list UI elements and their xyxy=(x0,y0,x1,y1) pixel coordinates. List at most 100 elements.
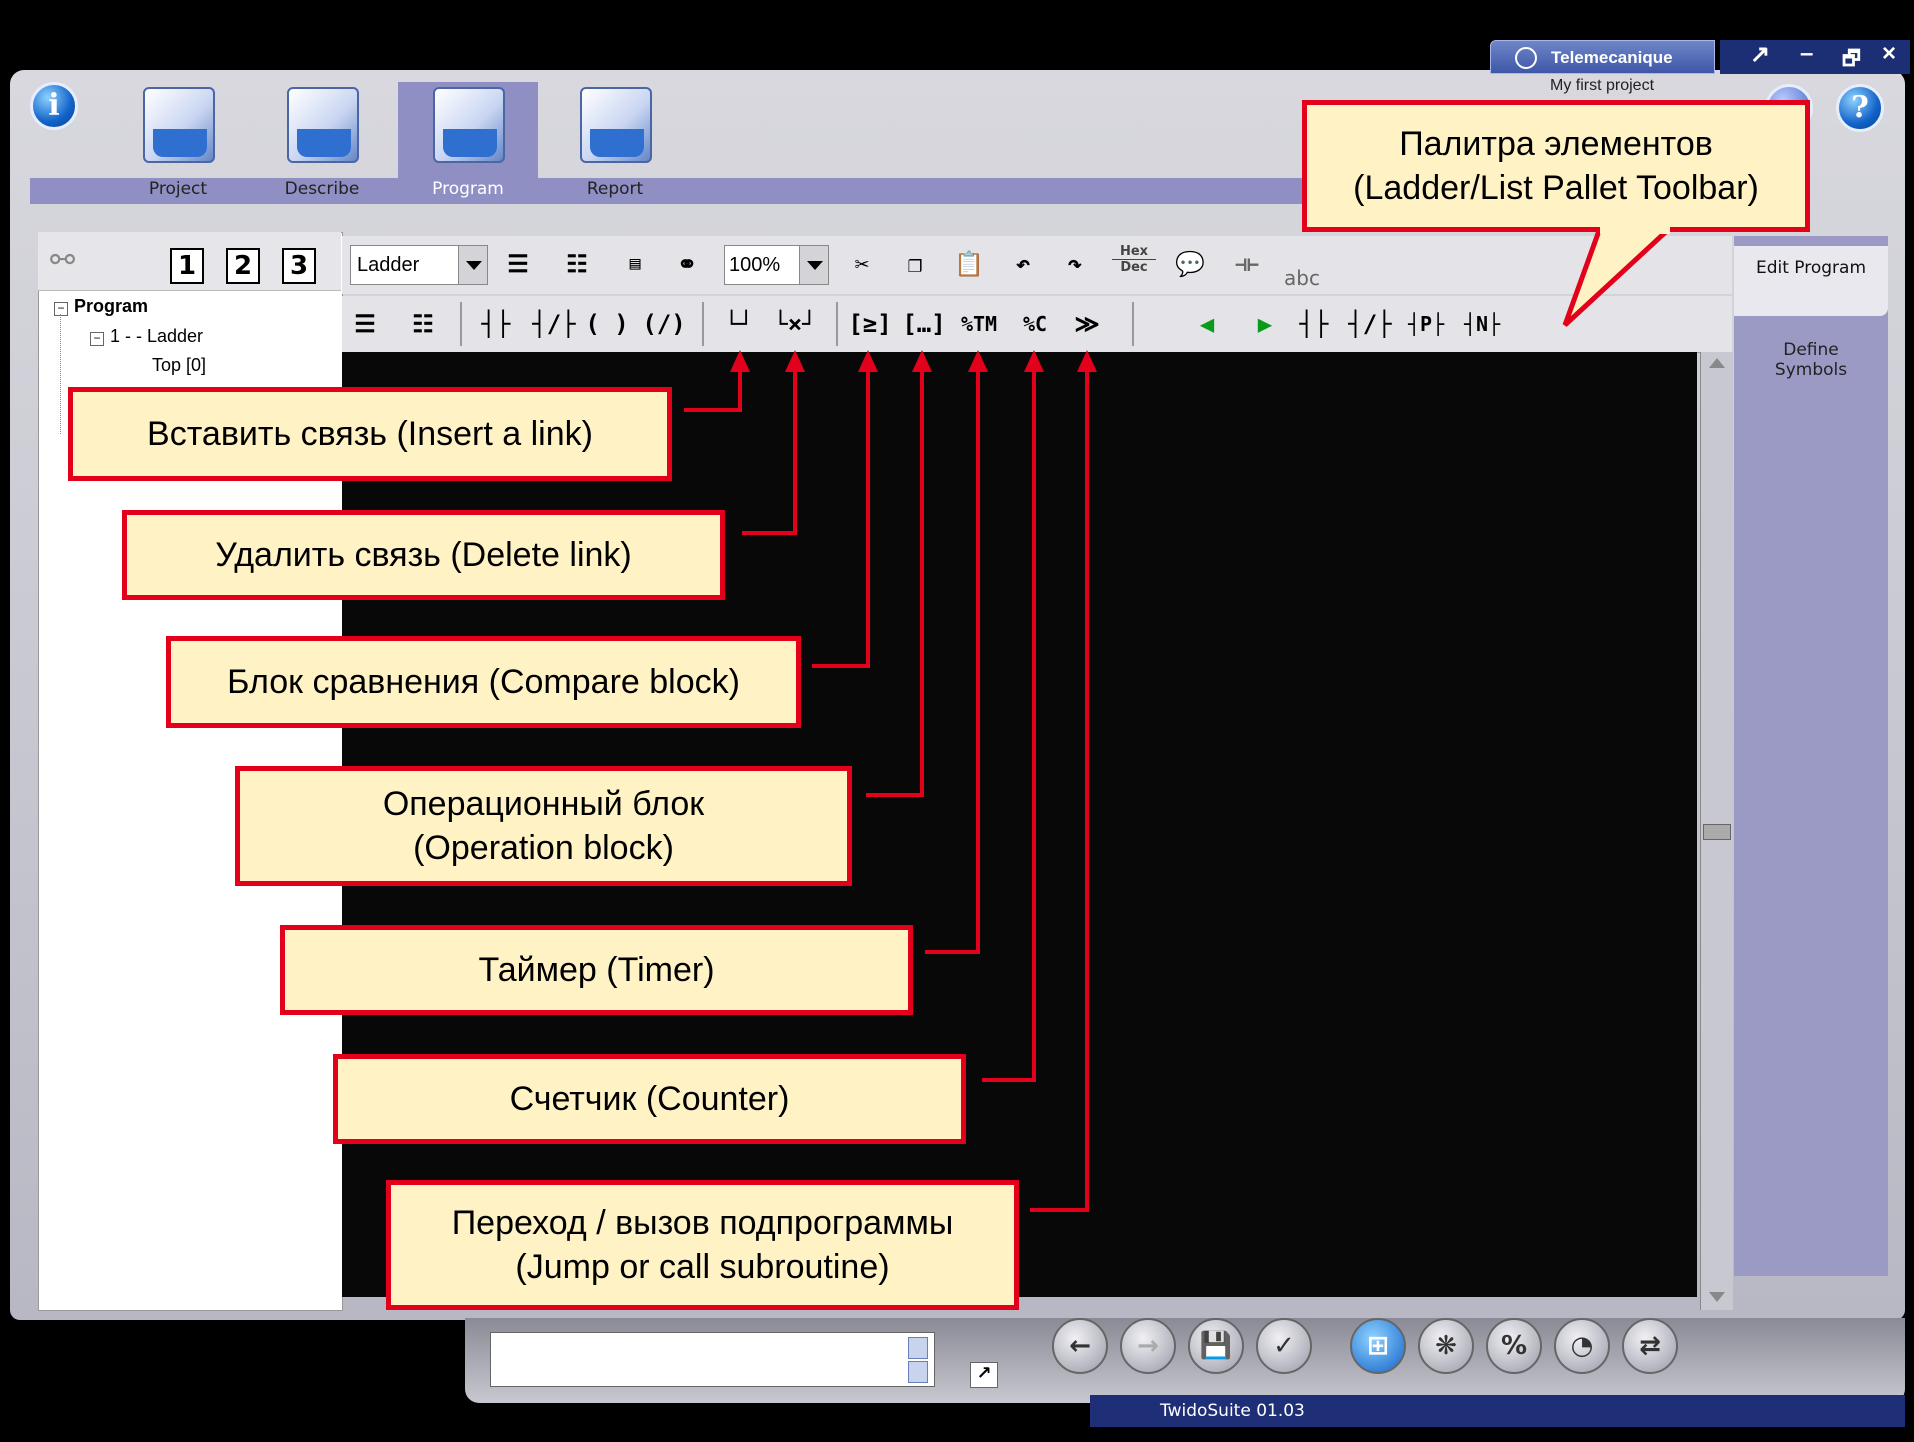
compare-block-icon[interactable]: [≥] xyxy=(848,302,892,346)
define-symbols-tab[interactable]: Define Symbols xyxy=(1734,340,1888,400)
language-select-value: Ladder xyxy=(357,254,420,276)
expand-icon[interactable]: ↗ xyxy=(970,1362,998,1388)
restore-button[interactable]: 🗗 xyxy=(1842,44,1861,78)
tab-program-label: Program xyxy=(432,179,504,199)
insert-link-icon[interactable]: └┘ xyxy=(716,302,762,346)
gauge-icon[interactable]: ◔ xyxy=(1554,1318,1610,1374)
normally-open-contact-icon[interactable]: ┤├ xyxy=(472,302,520,346)
version-bar: TwidoSuite 01.03 xyxy=(1090,1395,1905,1427)
callout-palette: Палитра элементов (Ladder/List Pallet To… xyxy=(1302,100,1810,232)
copy-icon[interactable]: ❐ xyxy=(893,242,937,286)
describe-folder-icon xyxy=(287,87,359,163)
zoom-select-value: 100% xyxy=(729,254,781,276)
chevron-down-icon[interactable] xyxy=(799,246,828,284)
tree-item-ladder-label: 1 - - Ladder xyxy=(110,326,204,346)
info-button[interactable]: i xyxy=(30,82,78,130)
cut-icon[interactable]: ✂ xyxy=(840,242,884,286)
separator xyxy=(702,302,704,346)
tree-item-ladder[interactable]: −1 - - Ladder xyxy=(90,326,203,347)
tab-report[interactable]: Report xyxy=(545,82,685,202)
counter-icon[interactable]: %C xyxy=(1013,302,1057,346)
level-1-button[interactable]: 1 xyxy=(170,248,204,284)
edit-program-label: Edit Program xyxy=(1755,258,1867,278)
chevron-down-icon[interactable] xyxy=(458,246,487,284)
rung-r-icon[interactable]: ☰ xyxy=(345,302,385,346)
sr-block-icon[interactable]: ▤ xyxy=(612,242,658,286)
callout-counter: Счетчик (Counter) xyxy=(333,1054,966,1144)
save-icon[interactable]: 💾 xyxy=(1188,1318,1244,1374)
callout-jump: Переход / вызов подпрограммы (Jump or ca… xyxy=(386,1180,1019,1310)
insert-rung-before-icon[interactable]: ☰ xyxy=(498,242,538,286)
contact-comment-icon[interactable]: ⊣⊢ xyxy=(1225,242,1269,286)
redo-icon[interactable]: ↷ xyxy=(1055,242,1095,286)
tab-describe[interactable]: Describe xyxy=(252,82,392,202)
scroll-up-icon[interactable] xyxy=(1709,358,1725,368)
edit-program-tab[interactable]: Edit Program xyxy=(1734,246,1888,316)
version-label: TwidoSuite 01.03 xyxy=(1160,1401,1305,1421)
callout-palette-text: Палитра элементов (Ladder/List Pallet To… xyxy=(1353,124,1759,207)
hex-dec-toggle[interactable]: Hex Dec xyxy=(1112,244,1156,288)
vertical-scrollbar[interactable] xyxy=(1700,352,1733,1310)
level-2-button[interactable]: 2 xyxy=(226,248,260,284)
network-icon[interactable]: ❋ xyxy=(1418,1318,1474,1374)
delete-link-icon[interactable]: └×┘ xyxy=(772,302,818,346)
normally-closed-contact-icon[interactable]: ┤/├ xyxy=(530,302,578,346)
arrow-left-icon[interactable]: ◀ xyxy=(1190,302,1224,346)
positive-edge-contact-icon[interactable]: ┤P├ xyxy=(1402,302,1450,346)
back-button[interactable]: ← xyxy=(1052,1318,1108,1374)
close-button[interactable]: × xyxy=(1882,40,1896,68)
language-select[interactable]: Ladder xyxy=(350,245,488,285)
rung-r2-icon[interactable]: ☷ xyxy=(400,302,446,346)
scroll-down-icon[interactable] xyxy=(1709,1292,1725,1302)
tree-item-top-label: Top [0] xyxy=(152,355,207,375)
callout-timer: Таймер (Timer) xyxy=(280,925,913,1015)
scroll-thumb[interactable] xyxy=(1703,824,1731,840)
tab-describe-label: Describe xyxy=(284,179,360,199)
tree-item-top[interactable]: Top [0] xyxy=(152,355,206,376)
status-field[interactable] xyxy=(490,1332,935,1387)
ladder-view-button[interactable]: ⊞ xyxy=(1350,1318,1406,1374)
coil-icon[interactable]: ( ) xyxy=(585,302,629,346)
negated-coil-icon[interactable]: (/) xyxy=(640,302,688,346)
tab-program[interactable]: Program xyxy=(398,82,538,202)
timer-icon[interactable]: %TM xyxy=(955,302,1003,346)
percent-icon[interactable]: % xyxy=(1486,1318,1542,1374)
link-tool-icon[interactable]: ⚭ xyxy=(665,242,709,286)
tree-root[interactable]: − Program xyxy=(54,296,148,317)
binary-icon[interactable]: ⇄ xyxy=(1622,1318,1678,1374)
scroll-up-icon[interactable] xyxy=(908,1337,928,1359)
no-contact-icon[interactable]: ┤├ xyxy=(1292,302,1336,346)
negative-edge-contact-icon[interactable]: ┤N├ xyxy=(1458,302,1506,346)
collapse-icon[interactable]: − xyxy=(90,332,104,346)
window-controls: ↗ – 🗗 × xyxy=(1720,40,1910,74)
arrow-right-icon[interactable]: ▶ xyxy=(1248,302,1282,346)
forward-button[interactable]: → xyxy=(1120,1318,1176,1374)
callout-compare-block: Блок сравнения (Compare block) xyxy=(166,636,801,728)
program-folder-icon xyxy=(433,87,505,163)
symbol-comment-icon[interactable]: abc xyxy=(1280,248,1324,292)
insert-rung-after-icon[interactable]: ☷ xyxy=(553,242,601,286)
undo-icon[interactable]: ↶ xyxy=(1003,242,1043,286)
brand-badge: Telemecanique xyxy=(1490,40,1715,74)
jump-subroutine-icon[interactable]: ≫ xyxy=(1065,302,1109,346)
define-symbols-label: Define Symbols xyxy=(1774,340,1848,380)
check-icon[interactable]: ✓ xyxy=(1256,1318,1312,1374)
link-icon[interactable]: ⚯ xyxy=(50,243,94,283)
minimize-arrow-button[interactable]: ↗ xyxy=(1750,40,1770,69)
nc-contact-icon[interactable]: ┤/├ xyxy=(1348,302,1392,346)
callout-compare-block-text: Блок сравнения (Compare block) xyxy=(227,662,740,701)
help-button[interactable]: ? xyxy=(1836,84,1884,132)
level-3-button[interactable]: 3 xyxy=(282,248,316,284)
abc-label: abc xyxy=(1284,266,1320,290)
callout-operation-block: Операционный блок (Operation block) xyxy=(235,766,852,886)
zoom-select[interactable]: 100% xyxy=(724,245,829,285)
callout-delete-link: Удалить связь (Delete link) xyxy=(122,510,725,600)
scroll-down-icon[interactable] xyxy=(908,1361,928,1383)
operation-block-icon[interactable]: […] xyxy=(902,302,946,346)
tree-root-label: Program xyxy=(74,296,149,316)
tab-project[interactable]: Project xyxy=(108,82,248,202)
paste-icon[interactable]: 📋 xyxy=(947,242,991,286)
comment-icon[interactable]: 💬 xyxy=(1168,242,1212,286)
separator xyxy=(1132,302,1134,346)
minimize-button[interactable]: – xyxy=(1800,40,1813,68)
